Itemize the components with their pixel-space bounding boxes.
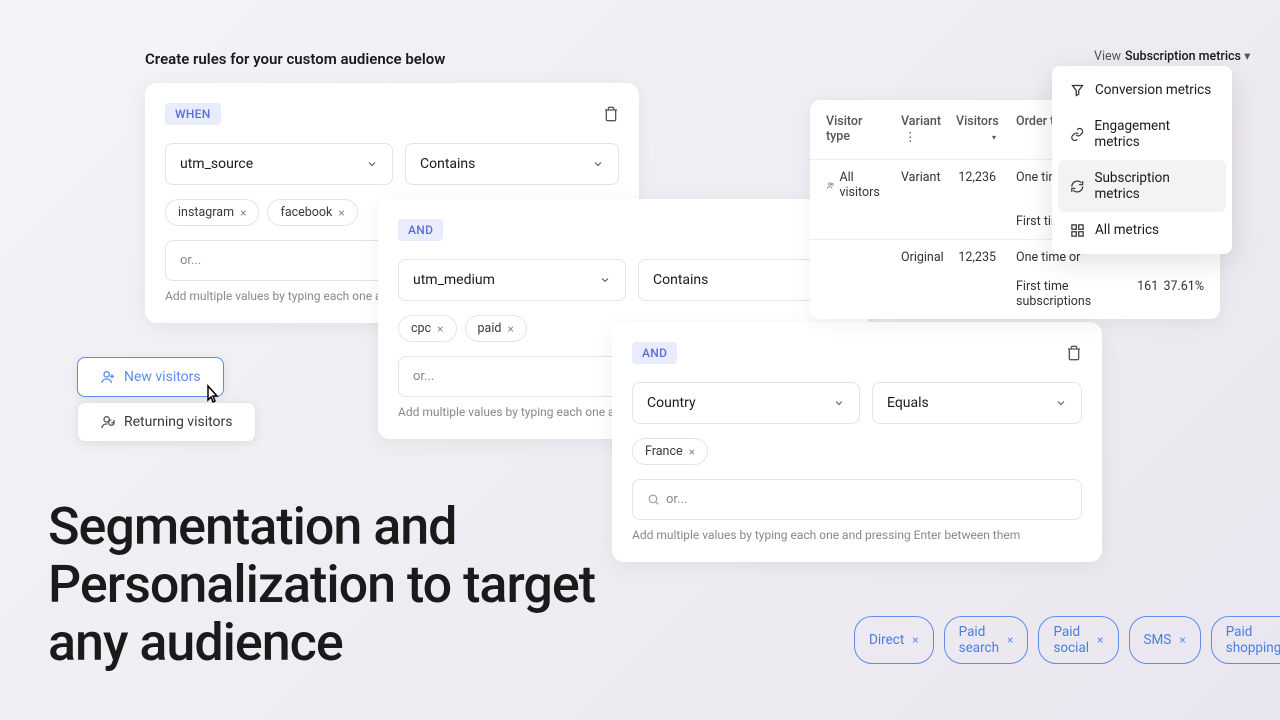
field-dropdown[interactable]: utm_medium (398, 259, 626, 301)
tag-instagram[interactable]: instagram× (165, 199, 259, 226)
metric-conversion[interactable]: Conversion metrics (1058, 72, 1226, 108)
close-icon[interactable]: × (912, 633, 918, 647)
page-title: Create rules for your custom audience be… (145, 50, 445, 68)
chevron-down-icon (366, 158, 378, 170)
tag-direct[interactable]: Direct× (854, 616, 934, 664)
tag-cpc[interactable]: cpc× (398, 315, 457, 342)
chevron-down-icon (592, 158, 604, 170)
metric-subscription[interactable]: Subscription metrics (1058, 160, 1226, 212)
refresh-icon (1070, 179, 1084, 194)
metrics-dropdown: Conversion metrics Engagement metrics Su… (1052, 66, 1232, 254)
td-order: First time subscriptions 161 37.61% (1002, 279, 1210, 309)
field-dropdown[interactable]: Country (632, 382, 860, 424)
trash-icon[interactable] (1066, 345, 1082, 361)
close-icon[interactable]: × (1097, 633, 1103, 647)
value-tags: France× (632, 438, 1082, 465)
tag-france[interactable]: France× (632, 438, 708, 465)
rule-badge-and: AND (398, 219, 443, 241)
user-refresh-icon (100, 414, 116, 430)
table-row: First time subscriptions 161 37.61% (810, 275, 1220, 319)
th-visitors[interactable]: Visitors ▾ (950, 114, 1002, 145)
link-icon (1070, 127, 1084, 142)
close-icon[interactable]: × (240, 206, 246, 220)
close-icon[interactable]: × (1179, 633, 1185, 647)
button-label: New visitors (124, 369, 201, 385)
tag-paid-search[interactable]: Paid search× (944, 616, 1029, 664)
funnel-icon (1070, 83, 1085, 98)
tag-paid-shopping[interactable]: Paid shopping (1211, 616, 1280, 664)
button-label: Returning visitors (124, 414, 233, 430)
tag-paid[interactable]: paid× (465, 315, 527, 342)
tag-paid-social[interactable]: Paid social× (1038, 616, 1118, 664)
users-icon (826, 180, 835, 191)
chevron-down-icon (599, 274, 611, 286)
td-visitor: All visitors (820, 170, 895, 200)
value-input[interactable]: or... (632, 479, 1082, 520)
tag-facebook[interactable]: facebook× (267, 199, 357, 226)
channel-tags: Direct× Paid search× Paid social× SMS× P… (854, 616, 1280, 664)
th-visitor-type[interactable]: Visitor type (820, 114, 895, 145)
td-variant: Original (895, 250, 950, 265)
returning-visitors-button[interactable]: Returning visitors (77, 402, 256, 442)
view-selector[interactable]: ViewSubscription metrics ▾ (1094, 48, 1250, 64)
trash-icon[interactable] (603, 106, 619, 122)
operator-dropdown[interactable]: Equals (872, 382, 1082, 424)
operator-value: Contains (420, 156, 475, 172)
field-dropdown[interactable]: utm_source (165, 143, 393, 185)
close-icon[interactable]: × (1007, 633, 1013, 647)
helper-text: Add multiple values by typing each one a… (632, 528, 1082, 542)
th-variant[interactable]: Variant⋮ (895, 114, 950, 145)
tag-sms[interactable]: SMS× (1129, 616, 1201, 664)
close-icon[interactable]: × (689, 445, 695, 459)
field-value: utm_medium (413, 272, 495, 288)
metric-all[interactable]: All metrics (1058, 212, 1226, 248)
chevron-down-icon (833, 397, 845, 409)
operator-dropdown[interactable]: Contains (405, 143, 619, 185)
close-icon[interactable]: × (507, 322, 513, 336)
operator-value: Equals (887, 395, 929, 411)
close-icon[interactable]: × (338, 206, 344, 220)
metric-engagement[interactable]: Engagement metrics (1058, 108, 1226, 160)
grid-icon (1070, 223, 1085, 238)
rule-card-and-2: AND Country Equals France× or... Add mul… (612, 322, 1102, 562)
hero-heading: Segmentation and Personalization to targ… (48, 498, 648, 673)
field-value: Country (647, 395, 696, 411)
close-icon[interactable]: × (437, 322, 443, 336)
rule-badge-when: WHEN (165, 103, 221, 125)
field-value: utm_source (180, 156, 253, 172)
user-plus-icon (100, 369, 116, 385)
cursor-pointer-icon (200, 382, 224, 406)
rule-badge-and: AND (632, 342, 677, 364)
chevron-down-icon (1055, 397, 1067, 409)
td-visitors: 12,235 (950, 250, 1002, 265)
operator-value: Contains (653, 272, 708, 288)
td-visitors: 12,236 (950, 170, 1002, 200)
td-variant: Variant (895, 170, 950, 200)
search-icon (647, 493, 660, 506)
